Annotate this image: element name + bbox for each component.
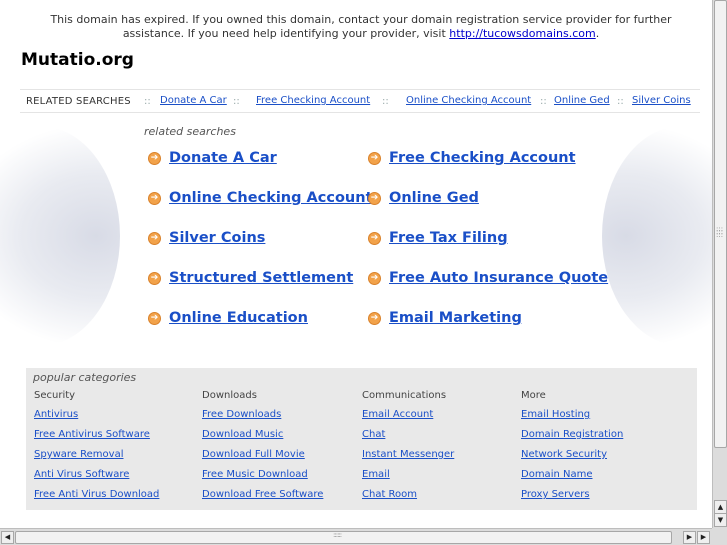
related-search-link[interactable]: Structured Settlement <box>169 270 353 286</box>
related-bar-link[interactable]: Free Checking Account <box>256 95 370 106</box>
grip-icon: :::::: <box>333 531 342 539</box>
related-search-item[interactable]: ➔ Free Checking Account <box>368 150 576 166</box>
grip-icon: ::::::::: <box>716 225 724 239</box>
related-search-item[interactable]: ➔ Free Tax Filing <box>368 230 508 246</box>
arrow-icon: ➔ <box>148 151 161 165</box>
related-search-item[interactable]: ➔ Email Marketing <box>368 310 522 326</box>
category-link[interactable]: Free Anti Virus Download <box>34 489 159 500</box>
tucows-link[interactable]: http://tucowsdomains.com <box>449 27 595 40</box>
arrow-icon: ➔ <box>148 271 161 285</box>
related-search-link[interactable]: Online Ged <box>389 190 479 206</box>
site-title: Mutatio.org <box>21 50 134 70</box>
vertical-scrollbar[interactable]: ::::::::: ▲ ▼ <box>712 0 727 528</box>
category-link[interactable]: Free Music Download <box>202 469 308 480</box>
related-search-item[interactable]: ➔ Online Checking Account <box>148 190 373 206</box>
vertical-scroll-thumb[interactable] <box>714 0 727 448</box>
category-link[interactable]: Domain Registration <box>521 429 623 440</box>
related-bar-link[interactable]: Online Ged <box>554 95 610 106</box>
category-link[interactable]: Free Antivirus Software <box>34 429 150 440</box>
scroll-up-icon[interactable]: ▲ <box>714 500 727 514</box>
arrow-icon: ➔ <box>148 191 161 205</box>
arrow-icon: ➔ <box>368 271 381 285</box>
related-search-link[interactable]: Silver Coins <box>169 230 265 246</box>
category-heading-security: Security <box>34 390 76 401</box>
related-search-link[interactable]: Online Education <box>169 310 308 326</box>
expired-notice: This domain has expired. If you owned th… <box>20 13 702 41</box>
notice-end: . <box>595 27 600 40</box>
related-search-link[interactable]: Online Checking Account <box>169 190 373 206</box>
related-bar-link[interactable]: Silver Coins <box>632 95 691 106</box>
category-heading-communications: Communications <box>362 390 447 401</box>
category-link[interactable]: Proxy Servers <box>521 489 590 500</box>
horizontal-scroll-thumb[interactable] <box>15 531 672 544</box>
related-search-item[interactable]: ➔ Donate A Car <box>148 150 277 166</box>
category-link[interactable]: Download Full Movie <box>202 449 305 460</box>
arrow-icon: ➔ <box>368 191 381 205</box>
browser-viewport: This domain has expired. If you owned th… <box>0 0 712 528</box>
related-bar-link[interactable]: Donate A Car <box>160 95 227 106</box>
category-link[interactable]: Chat Room <box>362 489 417 500</box>
category-heading-downloads: Downloads <box>202 390 257 401</box>
related-search-item[interactable]: ➔ Online Ged <box>368 190 479 206</box>
related-bar-link[interactable]: Online Checking Account <box>406 95 531 106</box>
arrow-icon: ➔ <box>148 231 161 245</box>
separator: :: <box>144 96 151 107</box>
scroll-right-icon[interactable]: ▶ <box>683 531 696 544</box>
related-search-link[interactable]: Donate A Car <box>169 150 277 166</box>
horizontal-scrollbar[interactable]: ◀ :::::: ▶ ▶ <box>0 528 712 545</box>
arrow-icon: ➔ <box>368 151 381 165</box>
category-link[interactable]: Domain Name <box>521 469 592 480</box>
related-search-link[interactable]: Free Tax Filing <box>389 230 508 246</box>
related-searches-caption: related searches <box>144 125 236 138</box>
related-search-link[interactable]: Free Checking Account <box>389 150 576 166</box>
category-link[interactable]: Anti Virus Software <box>34 469 129 480</box>
scroll-down-icon[interactable]: ▼ <box>714 513 727 527</box>
arrow-icon: ➔ <box>148 311 161 325</box>
popular-categories-title: popular categories <box>33 371 137 384</box>
decorative-bubble-left <box>0 126 120 346</box>
related-search-link[interactable]: Free Auto Insurance Quote <box>389 270 608 286</box>
category-link[interactable]: Free Downloads <box>202 409 281 420</box>
related-search-link[interactable]: Email Marketing <box>389 310 522 326</box>
related-search-item[interactable]: ➔ Silver Coins <box>148 230 265 246</box>
related-search-item[interactable]: ➔ Online Education <box>148 310 308 326</box>
category-link[interactable]: Email Account <box>362 409 433 420</box>
category-link[interactable]: Instant Messenger <box>362 449 454 460</box>
scroll-right-icon[interactable]: ▶ <box>697 531 710 544</box>
arrow-icon: ➔ <box>368 231 381 245</box>
category-link[interactable]: Chat <box>362 429 385 440</box>
category-link[interactable]: Spyware Removal <box>34 449 123 460</box>
arrow-icon: ➔ <box>368 311 381 325</box>
scroll-left-icon[interactable]: ◀ <box>1 531 14 544</box>
separator: :: <box>233 96 240 107</box>
category-heading-more: More <box>521 390 546 401</box>
category-link[interactable]: Network Security <box>521 449 607 460</box>
category-link[interactable]: Email Hosting <box>521 409 590 420</box>
related-search-item[interactable]: ➔ Structured Settlement <box>148 270 353 286</box>
scrollbar-corner <box>712 528 727 545</box>
related-search-item[interactable]: ➔ Free Auto Insurance Quote <box>368 270 608 286</box>
separator: :: <box>617 96 624 107</box>
category-link[interactable]: Download Free Software <box>202 489 323 500</box>
popular-categories-panel: popular categories Security Antivirus Fr… <box>26 368 697 510</box>
category-link[interactable]: Antivirus <box>34 409 78 420</box>
category-link[interactable]: Email <box>362 469 390 480</box>
decorative-bubble-right <box>602 126 712 346</box>
separator: :: <box>382 96 389 107</box>
separator: :: <box>540 96 547 107</box>
category-link[interactable]: Download Music <box>202 429 283 440</box>
related-searches-bar: RELATED SEARCHES :: Donate A Car :: Free… <box>20 89 700 113</box>
related-searches-bar-label: RELATED SEARCHES <box>26 96 131 107</box>
